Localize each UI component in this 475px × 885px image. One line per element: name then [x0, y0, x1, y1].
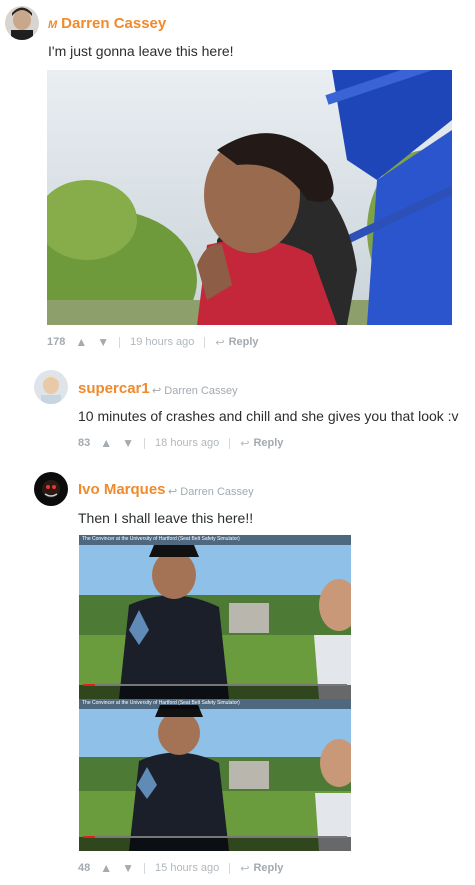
- reply-to[interactable]: ↩ Darren Cassey: [168, 485, 254, 498]
- divider: [229, 862, 231, 874]
- video-frame[interactable]: The Convincer at the University of Hartf…: [79, 699, 351, 851]
- video-frame[interactable]: The Convincer at the University of Hartf…: [79, 535, 351, 699]
- timestamp[interactable]: 18 hours ago: [155, 437, 219, 449]
- upvote-icon[interactable]: ▲: [75, 335, 87, 349]
- video-title: The Convincer at the University of Hartf…: [82, 536, 240, 542]
- divider: [119, 336, 121, 348]
- timestamp[interactable]: 19 hours ago: [130, 336, 194, 348]
- reply-button[interactable]: Reply: [229, 336, 259, 348]
- downvote-icon[interactable]: ▼: [97, 335, 109, 349]
- reply-arrow-icon: ↩: [215, 336, 225, 349]
- reply-arrow-icon: ↩: [240, 862, 250, 875]
- vote-count: 83: [78, 437, 91, 449]
- divider: [144, 437, 146, 449]
- moderator-badge-icon: M: [48, 19, 58, 31]
- avatar[interactable]: [5, 6, 39, 40]
- upvote-icon[interactable]: ▲: [100, 436, 112, 450]
- reply-button[interactable]: Reply: [253, 437, 283, 449]
- reply-to[interactable]: ↩ Darren Cassey: [152, 384, 238, 397]
- reply-arrow-icon: ↩: [240, 437, 250, 450]
- avatar[interactable]: [34, 472, 68, 506]
- comment-text: I'm just gonna leave this here!: [48, 43, 234, 59]
- upvote-icon[interactable]: ▲: [100, 861, 112, 875]
- reply-to-arrow-icon: ↩: [152, 385, 162, 397]
- comment-footer: 178 ▲ ▼ 19 hours ago ↩ Reply: [47, 335, 259, 349]
- avatar[interactable]: [34, 370, 68, 404]
- vote-count: 178: [47, 336, 66, 348]
- comment-text: Then I shall leave this here!!: [78, 510, 254, 526]
- divider: [204, 336, 206, 348]
- reply-to-arrow-icon: ↩: [168, 486, 178, 498]
- downvote-icon[interactable]: ▼: [122, 861, 134, 875]
- divider: [144, 862, 146, 874]
- comment-author[interactable]: Ivo Marques: [78, 481, 166, 498]
- reply-button[interactable]: Reply: [253, 862, 283, 874]
- downvote-icon[interactable]: ▼: [122, 436, 134, 450]
- timestamp[interactable]: 15 hours ago: [155, 862, 219, 874]
- comment-author[interactable]: supercar1: [78, 380, 150, 397]
- comment-footer: 48 ▲ ▼ 15 hours ago ↩ Reply: [78, 861, 283, 875]
- comment-footer: 83 ▲ ▼ 18 hours ago ↩ Reply: [78, 436, 283, 450]
- vote-count: 48: [78, 862, 91, 874]
- comment-image[interactable]: [47, 70, 452, 325]
- comment-text: 10 minutes of crashes and chill and she …: [78, 408, 459, 424]
- video-title: The Convincer at the University of Hartf…: [82, 700, 240, 706]
- comment-author[interactable]: M Darren Cassey: [48, 15, 166, 32]
- divider: [229, 437, 231, 449]
